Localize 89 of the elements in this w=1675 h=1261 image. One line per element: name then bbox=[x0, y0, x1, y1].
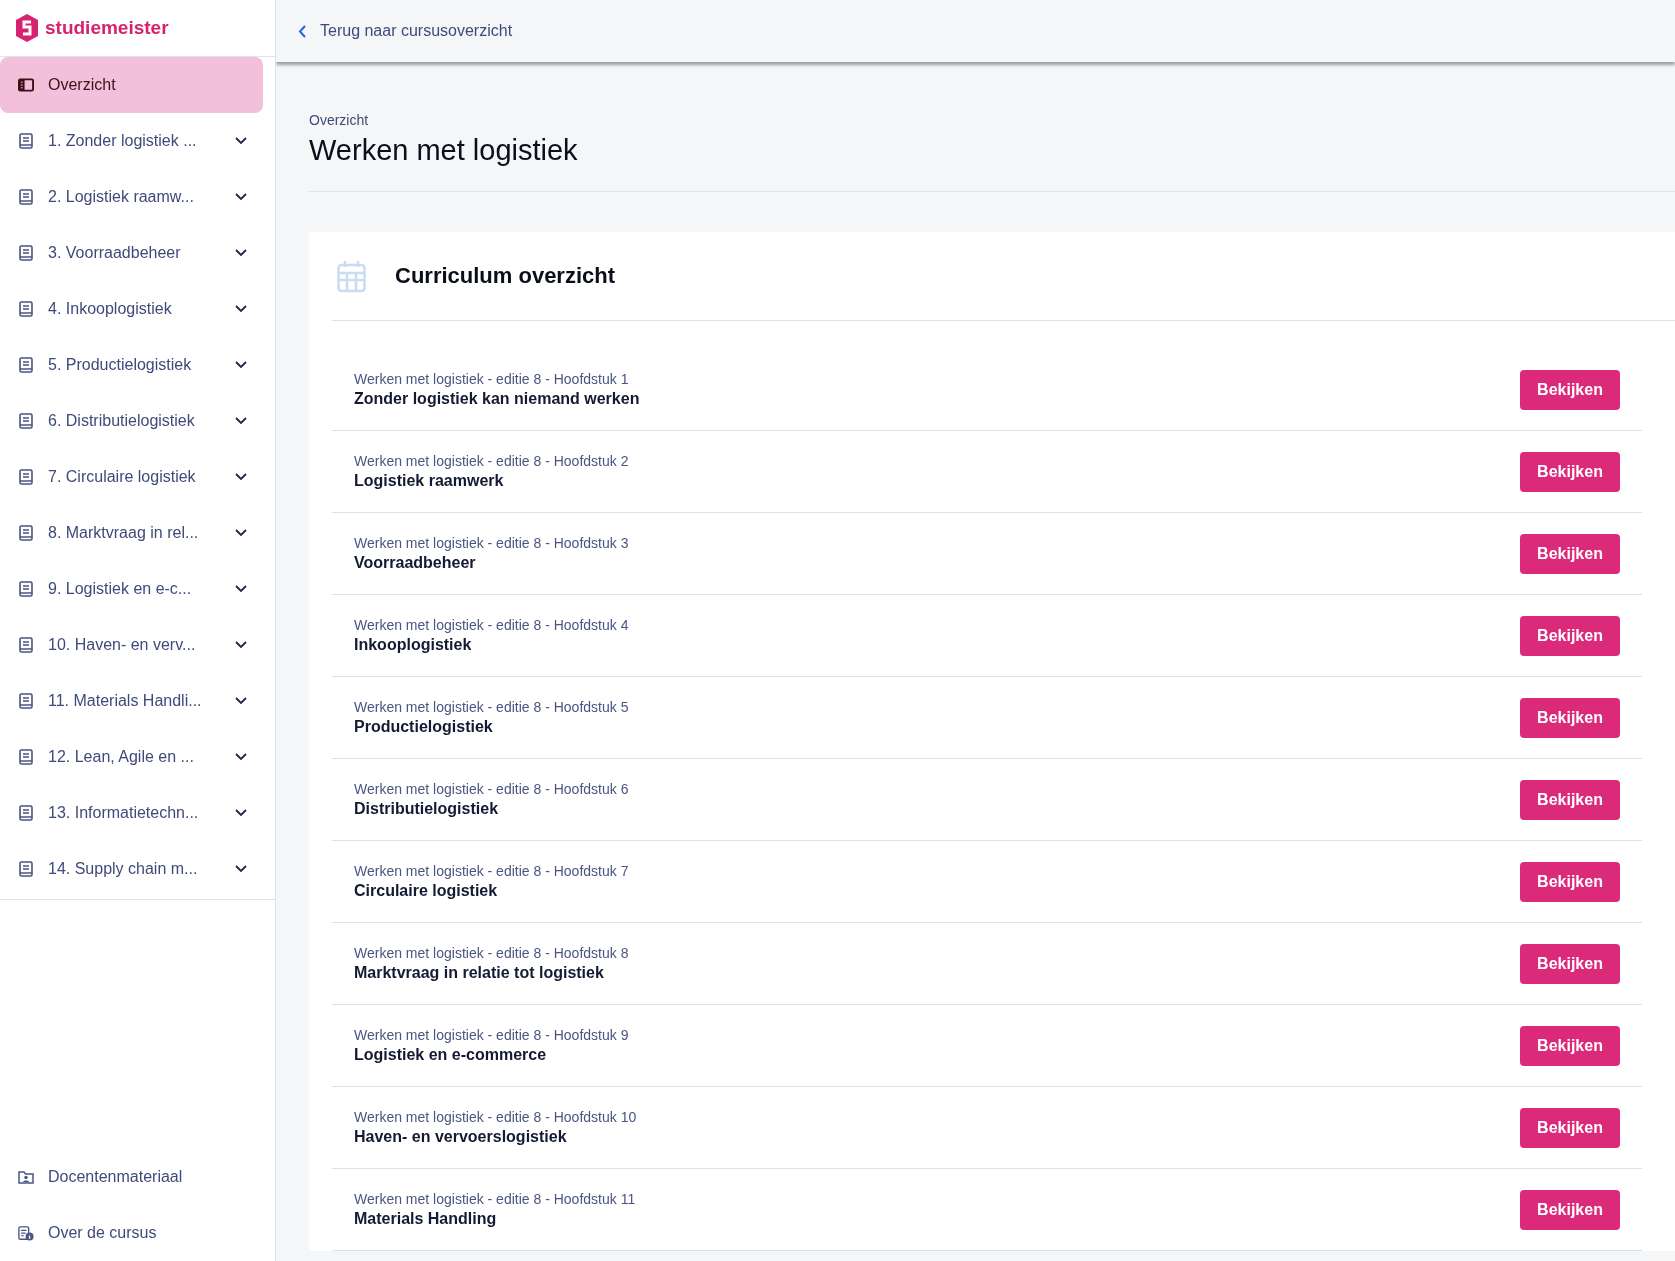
book-icon bbox=[19, 189, 33, 205]
chapter-subtitle: Werken met logistiek - editie 8 - Hoofdstuk 2 bbox=[354, 453, 630, 469]
chapter-subtitle: Werken met logistiek - editie 8 - Hoofdstuk 4 bbox=[354, 617, 630, 633]
chapter-subtitle: Werken met logistiek - editie 8 - Hoofdstuk 7 bbox=[354, 863, 630, 879]
chapter-title: Logistiek en e-commerce bbox=[354, 1046, 548, 1064]
view-button[interactable]: Bekijken bbox=[1520, 1107, 1620, 1148]
view-button[interactable]: Bekijken bbox=[1520, 1025, 1620, 1066]
chevron-down-icon bbox=[235, 305, 247, 313]
chevron-down-icon bbox=[235, 753, 247, 761]
sidebar-item[interactable]: Docentenmateriaal bbox=[0, 1149, 263, 1205]
chapter-subtitle: Werken met logistiek - editie 8 - Hoofdstuk 11 bbox=[354, 1191, 637, 1207]
chevron-down-icon bbox=[235, 249, 247, 257]
chevron-down-icon bbox=[235, 809, 247, 817]
chevron-down-icon bbox=[235, 697, 247, 705]
chevron-down-icon bbox=[235, 193, 247, 201]
sidebar-item[interactable]: 1. Zonder logistiek ... bbox=[0, 113, 263, 169]
sidebar-item[interactable]: 2. Logistiek raamw... bbox=[0, 169, 263, 225]
chapter-subtitle: Werken met logistiek - editie 8 - Hoofdstuk 10 bbox=[354, 1109, 638, 1125]
sidebar-item[interactable]: 3. Voorraadbeheer bbox=[0, 225, 263, 281]
view-button[interactable]: Bekijken bbox=[1520, 861, 1620, 902]
sidebar-item[interactable]: 4. Inkooplogistiek bbox=[0, 281, 263, 337]
sidebar-item[interactable]: Overzicht bbox=[0, 57, 263, 113]
chapter-subtitle: Werken met logistiek - editie 8 - Hoofdstuk 6 bbox=[354, 781, 630, 797]
chevron-down-icon bbox=[235, 361, 247, 369]
chapter-title: Logistiek raamwerk bbox=[354, 472, 505, 490]
view-button[interactable]: Bekijken bbox=[1520, 615, 1620, 656]
page-title: Werken met logistiek bbox=[309, 134, 579, 167]
chapter-subtitle: Werken met logistiek - editie 8 - Hoofdstuk 3 bbox=[354, 535, 630, 551]
book-icon bbox=[19, 357, 33, 373]
document-info-icon bbox=[18, 1224, 34, 1242]
chapter-title: Productielogistiek bbox=[354, 718, 494, 736]
chevron-down-icon bbox=[235, 865, 247, 873]
view-button[interactable]: Bekijken bbox=[1520, 1189, 1620, 1230]
sidebar-item[interactable]: 10. Haven- en verv... bbox=[0, 617, 263, 673]
chapter-title: Distributielogistiek bbox=[354, 800, 500, 818]
view-button[interactable]: Bekijken bbox=[1520, 943, 1620, 984]
chapter-subtitle: Werken met logistiek - editie 8 - Hoofdstuk 5 bbox=[354, 699, 630, 715]
sidebar-item[interactable]: 11. Materials Handli... bbox=[0, 673, 263, 729]
sidebar-item[interactable]: Over de cursus bbox=[0, 1205, 263, 1261]
chevron-down-icon bbox=[235, 585, 247, 593]
book-icon bbox=[19, 749, 33, 765]
sidebar-item[interactable]: 7. Circulaire logistiek bbox=[0, 449, 263, 505]
chapter-title: Circulaire logistiek bbox=[354, 882, 499, 900]
chevron-down-icon bbox=[235, 641, 247, 649]
chevron-down-icon bbox=[235, 417, 247, 425]
chevron-down-icon bbox=[235, 137, 247, 145]
view-button[interactable]: Bekijken bbox=[1520, 533, 1620, 574]
section-title: Curriculum overzicht bbox=[395, 263, 616, 289]
view-button[interactable]: Bekijken bbox=[1520, 369, 1620, 410]
brand-name: studiemeister bbox=[45, 17, 169, 39]
chapter-subtitle: Werken met logistiek - editie 8 - Hoofdstuk 1 bbox=[354, 371, 630, 387]
chevron-down-icon bbox=[235, 529, 247, 537]
sidebar-item[interactable]: 8. Marktvraag in rel... bbox=[0, 505, 263, 561]
chapter-title: Marktvraag in relatie tot logistiek bbox=[354, 964, 605, 982]
book-icon bbox=[19, 525, 33, 541]
chevron-down-icon bbox=[235, 473, 247, 481]
view-button[interactable]: Bekijken bbox=[1520, 451, 1620, 492]
chapter-subtitle: Werken met logistiek - editie 8 - Hoofdstuk 9 bbox=[354, 1027, 630, 1043]
book-icon bbox=[19, 581, 33, 597]
book-icon bbox=[19, 861, 33, 877]
chapter-title: Zonder logistiek kan niemand werken bbox=[354, 390, 641, 408]
book-icon bbox=[19, 637, 33, 653]
sidebar-item[interactable]: 5. Productielogistiek bbox=[0, 337, 263, 393]
chapter-subtitle: Werken met logistiek - editie 8 - Hoofdstuk 8 bbox=[354, 945, 630, 961]
book-icon bbox=[19, 805, 33, 821]
view-button[interactable]: Bekijken bbox=[1520, 697, 1620, 738]
book-icon bbox=[19, 245, 33, 261]
book-icon bbox=[19, 413, 33, 429]
chapter-title: Voorraadbeheer bbox=[354, 554, 477, 572]
sidebar-item[interactable]: 14. Supply chain m... bbox=[0, 841, 263, 897]
folder-person-icon bbox=[18, 1170, 34, 1184]
chapter-title: Inkooplogistiek bbox=[354, 636, 473, 654]
chapter-title: Materials Handling bbox=[354, 1210, 498, 1228]
sidebar-item[interactable]: 13. Informatietechn... bbox=[0, 785, 263, 841]
sidebar-item[interactable]: 9. Logistiek en e-c... bbox=[0, 561, 263, 617]
logo-icon bbox=[15, 13, 39, 43]
book-icon bbox=[19, 693, 33, 709]
sidebar-item[interactable]: 6. Distributielogistiek bbox=[0, 393, 263, 449]
breadcrumb: Overzicht bbox=[309, 112, 370, 128]
calendar-icon bbox=[337, 259, 366, 293]
view-button[interactable]: Bekijken bbox=[1520, 779, 1620, 820]
sidebar-item[interactable]: 12. Lean, Agile en ... bbox=[0, 729, 263, 785]
book-icon bbox=[19, 133, 33, 149]
chapter-title: Haven- en vervoerslogistiek bbox=[354, 1128, 568, 1146]
panel-icon bbox=[18, 78, 34, 92]
back-link[interactable]: Terug naar cursusoverzicht bbox=[298, 22, 513, 40]
book-icon bbox=[19, 301, 33, 317]
chevron-left-icon bbox=[298, 24, 306, 38]
book-icon bbox=[19, 469, 33, 485]
